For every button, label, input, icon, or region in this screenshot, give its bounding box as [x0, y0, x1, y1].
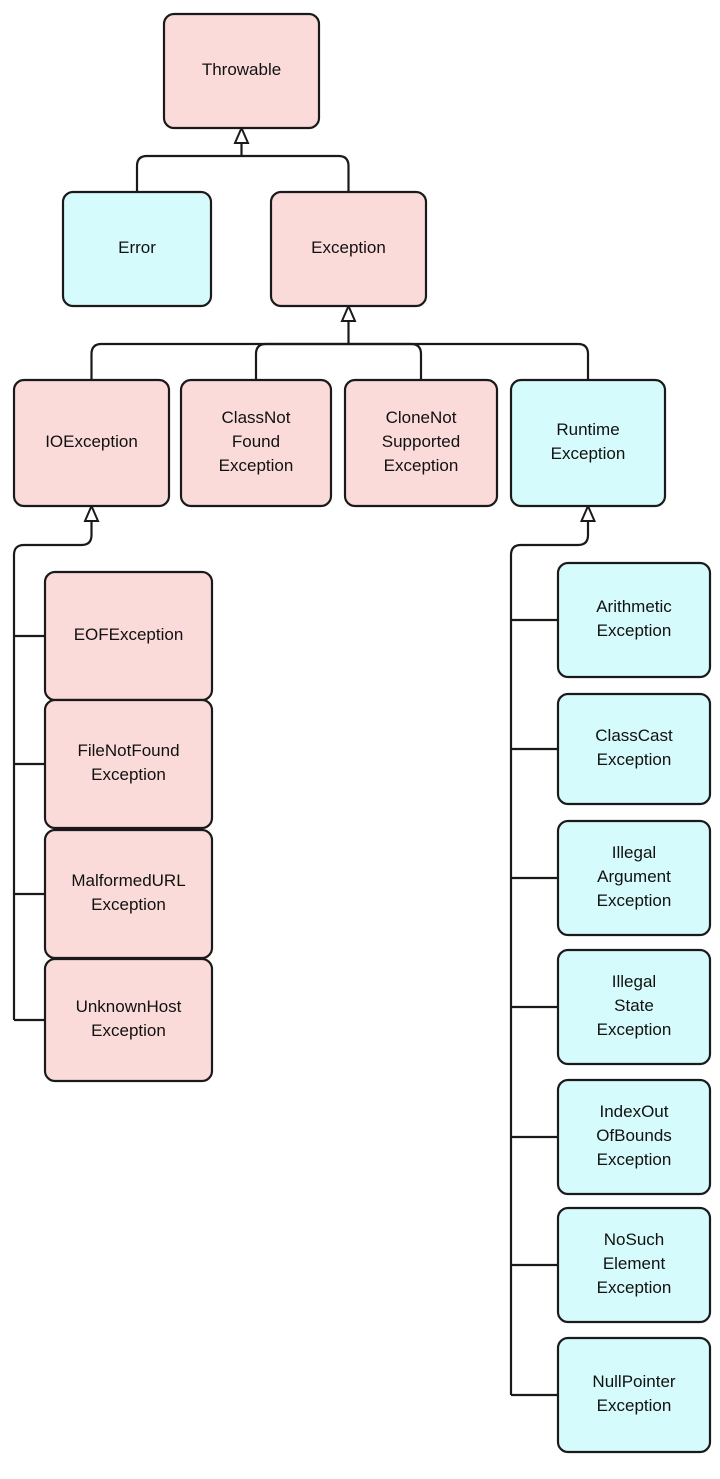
connector-drop-clonenotsupported: [348, 342, 423, 380]
class-node-throwable[interactable]: Throwable: [162, 12, 321, 130]
class-box-throwable[interactable]: [162, 12, 321, 130]
class-box-illegalargument[interactable]: [556, 819, 712, 937]
class-box-malformedurl[interactable]: [43, 828, 214, 960]
class-node-eofexception[interactable]: EOFException: [43, 570, 214, 702]
class-node-error[interactable]: Error: [61, 190, 213, 308]
class-node-unknownhost[interactable]: UnknownHost Exception: [43, 957, 214, 1083]
class-node-classcast[interactable]: ClassCast Exception: [556, 692, 712, 806]
connector-drop-runtimeexception: [348, 342, 590, 380]
exception-hierarchy-diagram: Throwable Error Exception IOException ClassN…: [0, 0, 720, 1479]
class-box-indexoutofbounds[interactable]: [556, 1078, 712, 1196]
class-node-nosuchelement[interactable]: NoSuch Element Exception: [556, 1206, 712, 1324]
class-box-eofexception[interactable]: [43, 570, 214, 702]
node-layer: Throwable Error Exception IOExceptionClassN…: [12, 12, 712, 1454]
class-node-nullpointer[interactable]: NullPointer Exception: [556, 1336, 712, 1454]
class-box-runtimeexception[interactable]: [509, 378, 667, 508]
class-node-indexoutofbounds[interactable]: IndexOut OfBounds Exception: [556, 1078, 712, 1196]
class-box-filenotfound[interactable]: [43, 698, 214, 830]
class-box-clonenotsupported[interactable]: [343, 378, 499, 508]
class-node-exception[interactable]: Exception: [269, 190, 428, 308]
class-box-classnotfound[interactable]: [179, 378, 333, 508]
connector-drop-exception: [241, 154, 350, 192]
class-box-arithmetic[interactable]: [556, 561, 712, 679]
class-box-classcast[interactable]: [556, 692, 712, 806]
class-node-malformedurl[interactable]: MalformedURL Exception: [43, 828, 214, 960]
class-box-unknownhost[interactable]: [43, 957, 214, 1083]
class-box-exception[interactable]: [269, 190, 428, 308]
class-node-illegalstate[interactable]: Illegal State Exception: [556, 948, 712, 1066]
class-node-clonenotsupported[interactable]: CloneNot Supported Exception: [343, 378, 499, 508]
class-node-filenotfound[interactable]: FileNotFound Exception: [43, 698, 214, 830]
diagram-canvas: Throwable Error Exception IOExceptionClassN…: [12, 12, 712, 1454]
connector-drop-error: [135, 154, 242, 192]
connector-drop-ioexception: [90, 342, 349, 380]
class-box-error[interactable]: [61, 190, 213, 308]
class-node-ioexception[interactable]: IOException: [12, 378, 171, 508]
class-box-illegalstate[interactable]: [556, 948, 712, 1066]
class-node-arithmetic[interactable]: Arithmetic Exception: [556, 561, 712, 679]
class-node-classnotfound[interactable]: ClassNot Found Exception: [179, 378, 333, 508]
class-box-nullpointer[interactable]: [556, 1336, 712, 1454]
class-box-nosuchelement[interactable]: [556, 1206, 712, 1324]
class-box-ioexception[interactable]: [12, 378, 171, 508]
class-node-runtimeexception[interactable]: Runtime Exception: [509, 378, 667, 508]
connector-drop-classnotfound: [254, 342, 349, 380]
class-node-illegalargument[interactable]: Illegal Argument Exception: [556, 819, 712, 937]
